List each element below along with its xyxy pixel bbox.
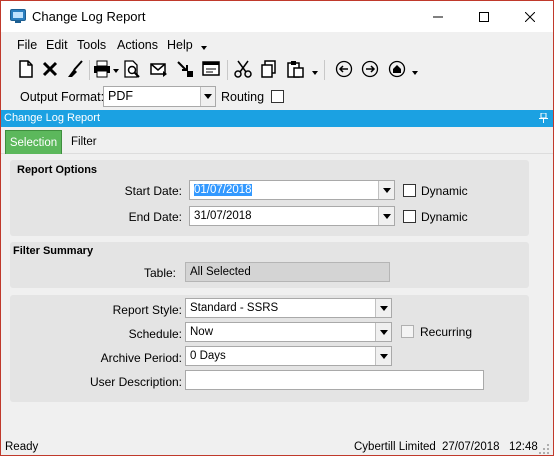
toolbar: [1, 54, 553, 84]
menu-help[interactable]: Help: [167, 38, 193, 52]
report-style-label: Report Style:: [112, 303, 182, 317]
archive-period-select[interactable]: 0 Days: [185, 346, 392, 366]
panel-header: Change Log Report: [1, 110, 553, 127]
chevron-down-icon: [382, 187, 391, 193]
chevron-down-icon: [379, 353, 388, 359]
minimize-button[interactable]: [415, 1, 461, 32]
maximize-icon: [479, 11, 489, 22]
chevron-down-icon: [379, 305, 388, 311]
resize-grip-icon[interactable]: [539, 444, 550, 455]
schedule-label: Schedule:: [128, 327, 182, 341]
end-date-value: 31/07/2018: [194, 210, 252, 222]
user-description-label: User Description:: [89, 375, 182, 389]
recurring-checkbox[interactable]: [401, 325, 414, 338]
report-options-title: Report Options: [17, 164, 98, 176]
menu-overflow-icon[interactable]: [201, 46, 207, 50]
chevron-down-icon: [379, 329, 388, 335]
panel-title: Change Log Report: [4, 112, 101, 124]
copy-icon[interactable]: [260, 60, 278, 78]
start-date-label: Start Date:: [124, 184, 182, 198]
filter-summary-title: Filter Summary: [13, 245, 94, 257]
output-format-dropdown-button[interactable]: [200, 87, 215, 106]
end-date-dropdown-button[interactable]: [378, 207, 394, 225]
status-time: 12:48: [509, 441, 538, 453]
tab-filter[interactable]: Filter: [71, 136, 97, 148]
export-icon[interactable]: [176, 60, 194, 78]
status-bar: Ready Cybertill Limited 27/07/2018 12:48: [1, 436, 553, 455]
close-icon: [525, 11, 535, 22]
start-date-value: 01/07/2018: [194, 184, 252, 196]
paste-dropdown-icon[interactable]: [312, 71, 318, 75]
maximize-button[interactable]: [461, 1, 507, 32]
cut-icon[interactable]: [234, 60, 252, 78]
schedule-window-icon[interactable]: [202, 60, 220, 78]
status-company: Cybertill Limited: [354, 441, 436, 453]
toolbar-overflow-icon[interactable]: [412, 71, 418, 75]
filter-summary-group: Filter Summary Table: All Selected: [10, 242, 529, 288]
user-description-input[interactable]: [185, 370, 484, 390]
chevron-down-icon: [204, 94, 212, 99]
menu-tools[interactable]: Tools: [77, 38, 106, 52]
table-label: Table:: [143, 266, 176, 280]
clear-broom-icon[interactable]: [66, 60, 84, 78]
status-text: Ready: [5, 441, 39, 453]
forward-arrow-icon[interactable]: [361, 60, 379, 78]
output-format-bar: Output Format: PDF Routing: [1, 84, 553, 110]
schedule-select[interactable]: Now: [185, 322, 392, 342]
print-dropdown-icon[interactable]: [113, 69, 119, 73]
end-date-dynamic-label: Dynamic: [421, 210, 468, 224]
report-options-group: Report Options Start Date: 01/07/2018 Dy…: [10, 160, 529, 236]
start-date-dynamic-label: Dynamic: [421, 184, 468, 198]
start-date-dynamic-checkbox[interactable]: [403, 184, 416, 197]
end-date-dynamic-checkbox[interactable]: [403, 210, 416, 223]
schedule-dropdown-button[interactable]: [375, 323, 391, 341]
close-button[interactable]: [507, 1, 553, 32]
window-title: Change Log Report: [32, 9, 146, 24]
app-icon: [10, 9, 26, 23]
end-date-label: End Date:: [128, 210, 182, 224]
schedule-value: Now: [190, 326, 214, 338]
print-preview-icon[interactable]: [123, 60, 141, 78]
start-date-field[interactable]: 01/07/2018: [189, 180, 395, 200]
tab-selection[interactable]: Selection: [5, 130, 62, 154]
delete-icon[interactable]: [41, 60, 59, 78]
home-icon[interactable]: [388, 60, 406, 78]
report-style-dropdown-button[interactable]: [375, 299, 391, 317]
archive-period-label: Archive Period:: [100, 351, 182, 365]
email-icon[interactable]: [150, 60, 168, 78]
archive-period-dropdown-button[interactable]: [375, 347, 391, 365]
end-date-field[interactable]: 31/07/2018: [189, 206, 395, 226]
selection-content: Report Options Start Date: 01/07/2018 Dy…: [1, 154, 553, 436]
report-settings-group: Report Style: Standard - SSRS Schedule: …: [10, 295, 529, 402]
paste-icon[interactable]: [286, 60, 304, 78]
output-format-value: PDF: [108, 89, 133, 103]
title-bar: Change Log Report: [1, 1, 553, 32]
back-arrow-icon[interactable]: [335, 60, 353, 78]
recurring-label: Recurring: [420, 325, 473, 339]
report-style-value: Standard - SSRS: [190, 302, 279, 314]
status-date: 27/07/2018: [442, 441, 500, 453]
output-format-label: Output Format:: [20, 90, 105, 104]
app-window: Change Log Report File Edit Tools Action…: [0, 0, 554, 456]
print-icon[interactable]: [93, 60, 111, 78]
table-value: All Selected: [190, 266, 251, 278]
menu-edit[interactable]: Edit: [46, 38, 68, 52]
table-field: All Selected: [185, 262, 390, 282]
routing-label: Routing: [221, 90, 265, 104]
report-style-select[interactable]: Standard - SSRS: [185, 298, 392, 318]
menu-actions[interactable]: Actions: [117, 38, 158, 52]
pin-icon[interactable]: [539, 113, 548, 123]
minimize-icon: [433, 16, 443, 17]
new-document-icon[interactable]: [17, 60, 35, 78]
menu-bar: File Edit Tools Actions Help: [1, 32, 553, 54]
tab-strip: Selection Filter: [1, 127, 553, 154]
chevron-down-icon: [382, 213, 391, 219]
routing-checkbox[interactable]: [271, 90, 284, 103]
start-date-dropdown-button[interactable]: [378, 181, 394, 199]
output-format-select[interactable]: PDF: [103, 86, 216, 107]
archive-period-value: 0 Days: [190, 350, 226, 362]
menu-file[interactable]: File: [17, 38, 37, 52]
